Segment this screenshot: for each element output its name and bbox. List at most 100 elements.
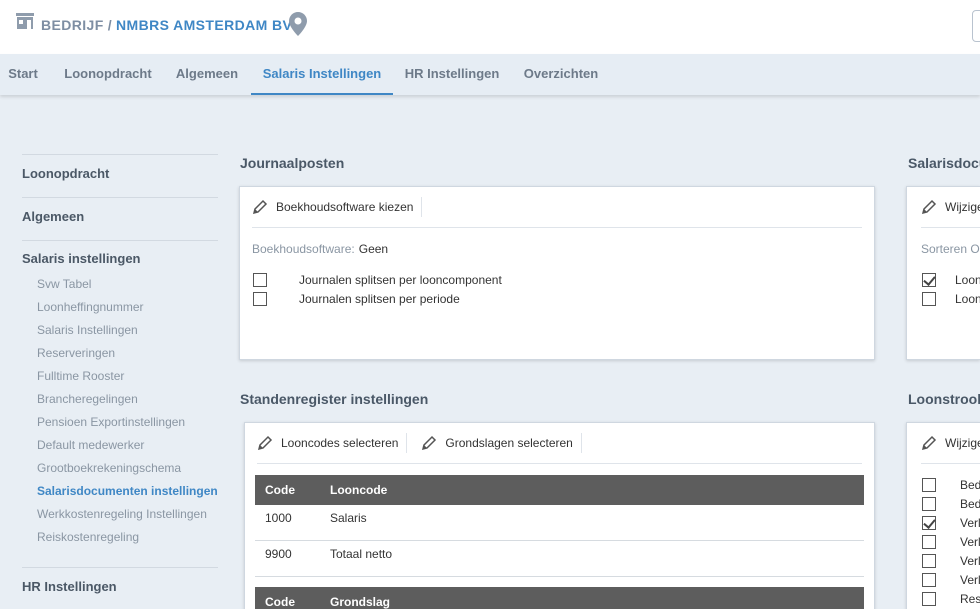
loonstrook-card: Wijzige Bed Bed Verl Verl Verl Verl Rese <box>906 422 980 609</box>
column-header-grondslag: Grondslag <box>330 595 391 609</box>
sidebar-item-werkkostenregeling-instellingen[interactable]: Werkkostenregeling Instellingen <box>22 507 218 530</box>
loonstrook-checkbox-4[interactable] <box>922 554 936 568</box>
sidebar-section-hr-instellingen[interactable]: HR Instellingen <box>22 567 218 609</box>
tab-algemeen[interactable]: Algemeen <box>168 54 246 95</box>
salarisdocumenten-toolbar: Wijzige <box>921 187 980 228</box>
sidebar-item-reiskostenregeling[interactable]: Reiskostenregeling <box>22 530 218 553</box>
sidebar-item-brancheregelingen[interactable]: Brancheregelingen <box>22 392 218 415</box>
breadcrumb: BEDRIJF / NMBRS AMSTERDAM BV <box>41 17 292 33</box>
loonstrook-label-1: Bed <box>960 497 980 511</box>
header-action-button[interactable] <box>972 10 980 42</box>
pencil-icon <box>257 435 273 451</box>
sidebar-item-loonheffingnummer[interactable]: Loonheffingnummer <box>22 300 218 323</box>
company-name-link[interactable]: NMBRS AMSTERDAM BV <box>116 17 292 33</box>
tab-salaris-instellingen[interactable]: Salaris Instellingen <box>251 54 393 95</box>
table-header: Code Looncode <box>255 475 864 505</box>
salarisdoc-label-1: Loon <box>955 292 980 306</box>
table-row[interactable]: 1000 Salaris <box>255 505 864 541</box>
boekhoudsoftware-kiezen-button[interactable]: Boekhoudsoftware kiezen <box>252 197 423 217</box>
loonstrook-checkbox-3[interactable] <box>922 535 936 549</box>
checkbox-row-loonstrook-4: Verl <box>922 554 980 568</box>
journaalposten-card: Boekhoudsoftware kiezen Boekhoudsoftware… <box>239 186 875 360</box>
sidebar-section-salaris-instellingen: Salaris instellingen Svw Tabel Loonheffi… <box>22 240 218 567</box>
pencil-icon <box>921 435 937 451</box>
loonstrook-label-5: Verl <box>960 573 980 587</box>
loonstrook-toolbar: Wijzige <box>921 423 980 464</box>
sidebar-item-default-medewerker[interactable]: Default medewerker <box>22 438 218 461</box>
loonstrook-wijzigen-button[interactable]: Wijzige <box>921 433 980 453</box>
checkbox-row-loonstrook-6: Rese <box>922 592 980 606</box>
sidebar-section-algemeen[interactable]: Algemeen <box>22 197 218 240</box>
journaalposten-title: Journaalposten <box>240 155 345 171</box>
sidebar-item-reserveringen[interactable]: Reserveringen <box>22 346 218 369</box>
sidebar-item-pensioen-exportinstellingen[interactable]: Pensioen Exportinstellingen <box>22 415 218 438</box>
salarisdoc-label-0: Loon <box>955 273 980 287</box>
sidebar-item-grootboekrekeningschema[interactable]: Grootboekrekeningschema <box>22 461 218 484</box>
column-header-code: Code <box>265 483 295 497</box>
looncode-table: Code Looncode 1000 Salaris 9900 Totaal n… <box>255 475 864 577</box>
pencil-icon <box>921 199 937 215</box>
standenregister-toolbar: Looncodes selecteren Grondslagen selecte… <box>257 423 862 464</box>
column-header-looncode: Looncode <box>330 483 388 497</box>
loonstrook-checkbox-2[interactable] <box>922 516 936 530</box>
looncodes-selecteren-button[interactable]: Looncodes selecteren <box>257 433 408 453</box>
cell-looncode: Totaal netto <box>330 547 393 561</box>
sorteren-op-label: Sorteren Op <box>921 242 980 256</box>
grondslagen-selecteren-label: Grondslagen selecteren <box>445 436 573 450</box>
sorteren-op-field: Sorteren Op <box>921 242 980 256</box>
sidebar-item-salarisdocumenten-instellingen[interactable]: Salarisdocumenten instellingen <box>22 484 218 507</box>
top-header: BEDRIJF / NMBRS AMSTERDAM BV <box>0 0 980 54</box>
checkbox-row-loonstrook-1: Bed <box>922 497 980 511</box>
checkbox-row-loonstrook-3: Verl <box>922 535 980 549</box>
checkbox-row-loonstrook-2: Verl <box>922 516 980 530</box>
pencil-icon <box>252 199 268 215</box>
loonstrook-label-4: Verl <box>960 554 980 568</box>
salarisdocumenten-wijzigen-label: Wijzige <box>945 200 980 214</box>
split-periode-label: Journalen splitsen per periode <box>299 292 460 306</box>
loonstrook-checkbox-1[interactable] <box>922 497 936 511</box>
split-looncomponent-label: Journalen splitsen per looncomponent <box>299 273 502 287</box>
table-header: Code Grondslag <box>255 587 864 609</box>
sidebar: Loonopdracht Algemeen Salaris instelling… <box>22 154 218 609</box>
sidebar-item-fulltime-rooster[interactable]: Fulltime Rooster <box>22 369 218 392</box>
standenregister-card: Looncodes selecteren Grondslagen selecte… <box>244 422 875 609</box>
tab-loonopdracht[interactable]: Loonopdracht <box>56 54 160 95</box>
loonstrook-checkbox-0[interactable] <box>922 478 936 492</box>
salarisdocumenten-card: Wijzige Sorteren Op Loon Loon <box>906 186 980 360</box>
loonstrook-checkbox-5[interactable] <box>922 573 936 587</box>
tab-start[interactable]: Start <box>0 54 46 95</box>
grondslag-table: Code Grondslag <box>255 587 864 609</box>
loonstrook-label-2: Verl <box>960 516 980 530</box>
table-row[interactable]: 9900 Totaal netto <box>255 541 864 577</box>
split-periode-checkbox[interactable] <box>253 292 267 306</box>
boekhoudsoftware-label: Boekhoudsoftware: <box>252 242 355 256</box>
location-pin-icon[interactable] <box>289 12 307 36</box>
boekhoudsoftware-kiezen-label: Boekhoudsoftware kiezen <box>276 200 414 214</box>
checkbox-row-split-periode: Journalen splitsen per periode <box>253 292 460 306</box>
sidebar-section-label[interactable]: Salaris instellingen <box>22 241 218 277</box>
checkbox-row-salarisdoc-0: Loon <box>922 273 980 287</box>
boekhoudsoftware-field: Boekhoudsoftware: Geen <box>252 242 388 256</box>
tab-hr-instellingen[interactable]: HR Instellingen <box>398 54 506 95</box>
split-looncomponent-checkbox[interactable] <box>253 273 267 287</box>
loonstrook-title: Loonstrook <box>908 391 980 407</box>
salarisdoc-checkbox-0[interactable] <box>922 273 936 287</box>
tab-overzichten[interactable]: Overzichten <box>516 54 606 95</box>
loonstrook-wijzigen-label: Wijzige <box>945 436 980 450</box>
salarisdoc-checkbox-1[interactable] <box>922 292 936 306</box>
checkbox-row-loonstrook-5: Verl <box>922 573 980 587</box>
salarisdocumenten-wijzigen-button[interactable]: Wijzige <box>921 197 980 217</box>
checkbox-row-split-looncomponent: Journalen splitsen per looncomponent <box>253 273 502 287</box>
sidebar-item-salaris-instellingen[interactable]: Salaris Instellingen <box>22 323 218 346</box>
boekhoudsoftware-value: Geen <box>358 242 389 256</box>
loonstrook-label-3: Verl <box>960 535 980 549</box>
main-nav: Start Loonopdracht Algemeen Salaris Inst… <box>0 54 980 95</box>
standenregister-title: Standenregister instellingen <box>240 391 429 407</box>
salarisdocumenten-title: Salarisdocu <box>908 155 980 171</box>
sidebar-item-svw-tabel[interactable]: Svw Tabel <box>22 277 218 300</box>
loonstrook-checkbox-6[interactable] <box>922 592 936 606</box>
checkbox-row-salarisdoc-1: Loon <box>922 292 980 306</box>
column-header-code: Code <box>265 595 295 609</box>
grondslagen-selecteren-button[interactable]: Grondslagen selecteren <box>421 433 582 453</box>
sidebar-section-loonopdracht[interactable]: Loonopdracht <box>22 154 218 197</box>
